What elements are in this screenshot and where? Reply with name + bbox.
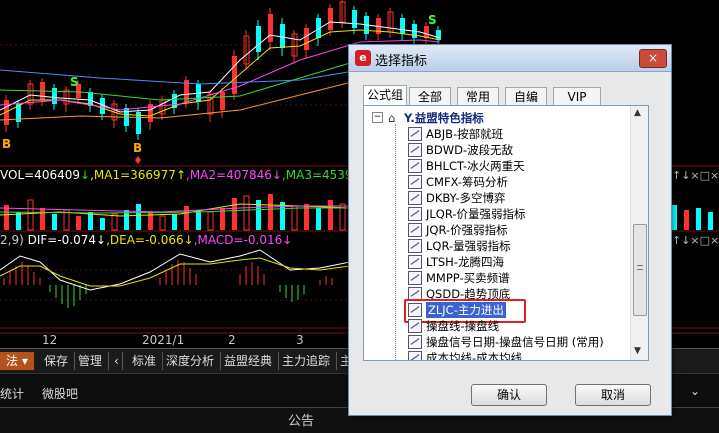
indicator-formula-icon xyxy=(408,255,422,269)
vol-arrow: ↓ xyxy=(80,168,91,182)
tree-group-row[interactable]: − ⌂ Y.益盟特色指标 xyxy=(364,110,630,126)
indicator-label: 操盘信号日期-操盘信号日期 (常用) xyxy=(426,335,604,349)
sell-marker: S xyxy=(70,75,79,89)
tab-vip[interactable]: VIP xyxy=(553,87,601,106)
indicator-label: 操盘线-操盘线 xyxy=(426,319,500,333)
indicator-list-item[interactable]: BHLCT-冰火两重天 xyxy=(364,158,630,174)
indicator-list-item[interactable]: ABJB-按部就班 xyxy=(364,126,630,142)
indicator-list-item[interactable]: 操盘线-操盘线 xyxy=(364,318,630,334)
tree-scrollbar[interactable]: ▲ ▼ xyxy=(630,106,648,360)
indicator-label: 成本均线-成本均线 xyxy=(426,351,523,361)
select-indicator-dialog: e 选择指标 × 公式组 全部 常用 自编 VIP − ⌂ Y.益盟特色指标 A… xyxy=(348,44,672,416)
time-axis-label: 2021/1 xyxy=(142,333,185,347)
app-logo-icon: e xyxy=(355,50,371,66)
indicator-list-item[interactable]: BDWD-波段无敌 xyxy=(364,142,630,158)
confirm-button[interactable]: 确认 xyxy=(471,384,547,406)
dea-value: ,DEA=-0.066↓ xyxy=(106,233,194,247)
indicator-formula-icon xyxy=(408,319,422,333)
scrollbar-thumb[interactable] xyxy=(633,224,647,316)
scroll-up-icon[interactable]: ▲ xyxy=(634,108,641,118)
indicator-list-item[interactable]: MMPP-买卖频谱 xyxy=(364,270,630,286)
indicator-label: JLQR-价量强弱指标 xyxy=(426,207,526,221)
time-axis-label: 12 xyxy=(42,333,58,347)
indicator-formula-icon xyxy=(408,223,422,237)
scroll-down-icon[interactable]: ▼ xyxy=(634,346,641,356)
indicator-formula-icon xyxy=(408,207,422,221)
indicator-list-item[interactable]: LQR-量强弱指标 xyxy=(364,238,630,254)
dialog-title: 选择指标 xyxy=(375,54,428,69)
collapse-toggle-icon[interactable]: − xyxy=(372,112,383,123)
tab-standard[interactable]: 标准 xyxy=(126,352,164,370)
vol-panel-controls[interactable]: ↑↓×□× xyxy=(672,169,719,182)
formula-tab[interactable]: 法 ▾ xyxy=(0,352,34,370)
indicator-formula-icon xyxy=(408,239,422,253)
time-axis-label: 2 xyxy=(228,333,236,347)
indicator-formula-icon xyxy=(408,191,422,205)
ma1-value: ,MA1=366977↑ xyxy=(90,168,186,182)
save-button[interactable]: 保存 xyxy=(38,352,76,370)
indicator-list-item[interactable]: DKBY-多空博弈 xyxy=(364,190,630,206)
macd-params: 2,9) xyxy=(0,233,24,247)
manage-button[interactable]: 管理 xyxy=(72,352,110,370)
indicator-list-item[interactable]: CMFX-筹码分析 xyxy=(364,174,630,190)
indicator-label: LTSH-龙腾四海 xyxy=(426,255,504,269)
close-button[interactable]: × xyxy=(639,49,667,68)
indicator-list-item[interactable]: JLQR-价量强弱指标 xyxy=(364,206,630,222)
tab-formula-group[interactable]: 公式组 xyxy=(363,85,407,106)
ma2-value: ,MA2=407846↓ xyxy=(186,168,282,182)
indicator-formula-icon xyxy=(408,143,422,157)
indicator-formula-icon xyxy=(408,351,422,360)
group-label: Y.益盟特色指标 xyxy=(404,111,484,125)
indicator-label: ABJB-按部就班 xyxy=(426,127,504,141)
tab-all[interactable]: 全部 xyxy=(409,87,451,106)
indicator-list-item[interactable]: 操盘信号日期-操盘信号日期 (常用) xyxy=(364,334,630,350)
indicator-formula-icon xyxy=(408,127,422,141)
buy-marker: B xyxy=(2,137,11,151)
tab-main-force[interactable]: 主力追踪 xyxy=(276,352,338,370)
indicator-list-item[interactable]: JQR-价强弱指标 xyxy=(364,222,630,238)
weigu-link[interactable]: 微股吧 xyxy=(42,385,78,402)
dialog-titlebar[interactable]: e 选择指标 × xyxy=(349,45,671,72)
indicator-label: JQR-价强弱指标 xyxy=(426,223,508,237)
vol-value: VOL=406409 xyxy=(0,168,80,182)
tab-custom[interactable]: 自编 xyxy=(505,87,547,106)
tab-yimeng-classic[interactable]: 益盟经典 xyxy=(218,352,280,370)
indicator-list-item[interactable]: LTSH-龙腾四海 xyxy=(364,254,630,270)
notice-label[interactable]: 公告 xyxy=(288,410,314,429)
tab-common[interactable]: 常用 xyxy=(457,87,499,106)
indicator-label: DKBY-多空博弈 xyxy=(426,191,506,205)
indicator-list-item[interactable]: ZLJC-主力进出 xyxy=(364,299,630,323)
indicator-formula-icon xyxy=(408,335,422,349)
indicator-label: LQR-量强弱指标 xyxy=(426,239,511,253)
vol-indicator-label: VOL=406409↓,MA1=366977↑,MA2=407846↓,MA3=… xyxy=(0,168,378,182)
stats-link[interactable]: 统计 xyxy=(0,385,24,402)
indicator-tree[interactable]: − ⌂ Y.益盟特色指标 ABJB-按部就班 BDWD-波段无敌 BHLCT-冰火两… xyxy=(363,105,649,361)
macd-histogram xyxy=(3,260,333,308)
macd-value: ,MACD=-0.016↓ xyxy=(193,233,293,247)
sell-marker: S xyxy=(428,13,437,27)
tab-deep-analysis[interactable]: 深度分析 xyxy=(160,352,222,370)
collapse-icon[interactable]: ⌄ xyxy=(690,384,700,398)
indicator-label: BHLCT-冰火两重天 xyxy=(426,159,525,173)
indicator-formula-icon xyxy=(408,159,422,173)
dea-line xyxy=(0,257,351,287)
dif-value: DIF=-0.074↓ xyxy=(27,233,107,247)
macd-indicator-label: 2,9) DIF=-0.074↓,DEA=-0.066↓,MACD=-0.016… xyxy=(0,233,292,247)
indicator-label: BDWD-波段无敌 xyxy=(426,143,514,157)
macd-panel-controls[interactable]: ↑↓×□× xyxy=(672,234,719,247)
indicator-label: CMFX-筹码分析 xyxy=(426,175,509,189)
time-axis-label: 3 xyxy=(296,333,304,347)
indicator-label: MMPP-买卖频谱 xyxy=(426,271,510,285)
buy-marker: B xyxy=(133,141,142,155)
cancel-button[interactable]: 取消 xyxy=(575,384,651,406)
indicator-list-item[interactable]: 成本均线-成本均线 xyxy=(364,350,630,361)
indicator-formula-icon xyxy=(408,271,422,285)
indicator-formula-icon xyxy=(408,175,422,189)
scroll-left-icon[interactable]: ‹ xyxy=(112,352,123,370)
